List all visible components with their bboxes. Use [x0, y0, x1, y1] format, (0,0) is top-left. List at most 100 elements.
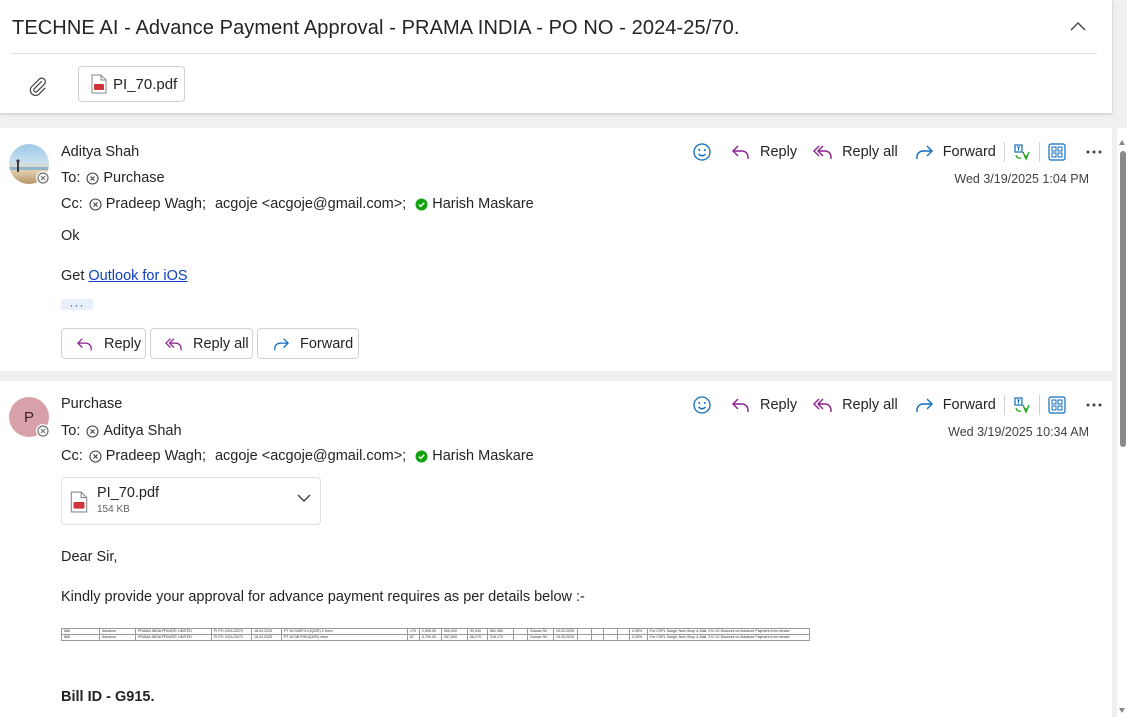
reply-button[interactable]: Reply	[61, 328, 146, 359]
thread-subject: TECHNE AI - Advance Payment Approval - P…	[12, 17, 740, 39]
to-label: To:	[61, 170, 81, 186]
table-cell: 267,600	[441, 634, 468, 641]
greeting-text: Dear Sir,	[61, 549, 118, 565]
available-presence-icon	[415, 198, 428, 211]
scroll-down-arrow[interactable]	[1119, 708, 1125, 713]
apps-grid-icon	[1048, 143, 1066, 161]
scroll-up-arrow[interactable]	[1119, 140, 1125, 145]
cc-recipient[interactable]: Pradeep Wagh;	[106, 448, 206, 464]
external-recipient-icon	[89, 197, 102, 211]
forward-label: Forward	[942, 144, 996, 160]
payment-rows: 866 Advance PRAMA INDIA PRIVATE LIMITED PI …	[61, 628, 810, 641]
reply-icon	[77, 337, 92, 350]
attachment-chip[interactable]: PI_70.pdf	[78, 66, 185, 102]
table-cell: For CSPL Sangli, New Shop & Mail. 2% CD …	[647, 628, 810, 635]
attachment-chip-label: PI_70.pdf	[113, 75, 178, 93]
table-cell	[603, 634, 618, 641]
table-cell: For CSPL Sangli, New Shop & Mail. 2% CD …	[647, 634, 810, 641]
intro-text: Kindly provide your approval for advance…	[61, 589, 585, 605]
forward-button[interactable]: Forward	[257, 328, 359, 359]
bill-id: Bill ID - G915.	[61, 689, 155, 705]
pdf-file-icon	[70, 491, 88, 513]
sender-name[interactable]: Purchase	[61, 396, 122, 412]
reply-all-label: Reply all	[842, 397, 898, 413]
translate-button[interactable]	[1013, 143, 1031, 161]
scrollbar-thumb[interactable]	[1120, 151, 1126, 447]
cc-recipient[interactable]: Harish Maskare	[432, 196, 534, 212]
table-cell: Gaurav Sir	[527, 634, 554, 641]
reply-all-button[interactable]: Reply all	[813, 396, 898, 414]
reply-label: Reply	[104, 335, 142, 352]
table-cell: Advance	[99, 634, 136, 641]
react-button[interactable]	[692, 395, 712, 415]
external-recipient-icon	[86, 171, 99, 185]
attachment-name: PI_70.pdf	[97, 485, 160, 501]
message-actions: Reply Reply all Forward	[692, 392, 1102, 418]
table-row: 866 Advance PRAMA INDIA PRIVATE LIMITED PI …	[61, 634, 810, 641]
table-cell: PI PO 2024-25/70	[211, 634, 252, 641]
message-card[interactable]: Aditya Shah Reply Reply all Forward To: …	[0, 128, 1112, 371]
translate-button[interactable]	[1013, 396, 1031, 414]
message-card[interactable]: P Purchase Reply Reply all Forward To: A…	[0, 381, 1112, 717]
reply-all-label: Reply all	[193, 335, 249, 352]
message-actions: Reply Reply all Forward	[692, 139, 1102, 165]
reply-label: Reply	[760, 397, 798, 413]
forward-icon	[274, 337, 289, 350]
cc-recipient[interactable]: acgoje <acgoje@gmail.com>;	[215, 448, 406, 464]
collapse-thread-button[interactable]	[1066, 14, 1090, 38]
recipient[interactable]: Aditya Shah	[103, 423, 181, 439]
to-line: To: Purchase	[61, 170, 165, 186]
apps-button[interactable]	[1048, 143, 1066, 161]
signature-text: Get	[61, 268, 85, 284]
reply-button[interactable]: Reply	[731, 396, 797, 414]
toolbar-divider	[1038, 142, 1040, 162]
forward-icon	[915, 145, 933, 159]
more-horizontal-icon	[1086, 150, 1102, 154]
attachments-button[interactable]	[26, 74, 50, 98]
table-cell: 4,790.00	[419, 634, 442, 641]
reply-all-icon	[813, 398, 832, 412]
external-recipient-icon	[86, 424, 99, 438]
apps-button[interactable]	[1048, 396, 1066, 414]
forward-label: Forward	[942, 397, 996, 413]
show-quoted-text-button[interactable]: ···	[61, 299, 93, 311]
more-actions-button[interactable]	[1086, 150, 1102, 154]
signature-line: Get Outlook for iOS	[61, 268, 188, 284]
emoji-icon	[693, 396, 711, 414]
table-cell	[513, 634, 528, 641]
emoji-icon	[693, 143, 711, 161]
forward-button[interactable]: Forward	[914, 143, 996, 161]
more-actions-button[interactable]	[1086, 403, 1102, 407]
table-cell: 18.03.2025	[251, 634, 282, 641]
table-cell	[617, 634, 630, 641]
cc-recipient[interactable]: Harish Maskare	[432, 448, 534, 464]
more-horizontal-icon	[1086, 403, 1102, 407]
reply-all-icon	[165, 337, 182, 350]
toolbar-divider	[1003, 142, 1005, 162]
reply-icon	[732, 145, 749, 159]
reply-all-label: Reply all	[842, 144, 898, 160]
presence-unknown-icon	[36, 424, 50, 438]
table-cell: 866	[61, 634, 100, 641]
cc-recipient[interactable]: acgoje <acgoje@gmail.com>;	[215, 196, 406, 212]
translate-icon	[1014, 397, 1030, 414]
table-cell: PT NC3B PH5.6(32R) 4mm	[281, 634, 408, 641]
table-cell: 19.03.2025	[553, 634, 578, 641]
react-button[interactable]	[692, 142, 712, 162]
forward-button[interactable]: Forward	[914, 396, 996, 414]
attachment-card[interactable]: PI_70.pdf 154 KB	[61, 477, 321, 525]
reply-all-button[interactable]: Reply all	[150, 328, 253, 359]
table-cell	[577, 634, 592, 641]
table-row: 866 Advance PRAMA INDIA PRIVATE LIMITED PI …	[61, 628, 810, 635]
table-cell: PRAMA INDIA PRIVATE LIMITED	[135, 634, 212, 641]
pdf-file-icon	[91, 74, 107, 94]
recipient[interactable]: Purchase	[103, 170, 164, 186]
cc-label: Cc:	[61, 448, 83, 464]
cc-line: Cc: Pradeep Wagh; acgoje <acgoje@gmail.c…	[61, 196, 534, 212]
attachment-options-button[interactable]	[296, 493, 312, 503]
reply-all-button[interactable]: Reply all	[813, 143, 898, 161]
reply-button[interactable]: Reply	[731, 143, 797, 161]
cc-recipient[interactable]: Pradeep Wagh;	[106, 196, 206, 212]
sender-name[interactable]: Aditya Shah	[61, 144, 139, 160]
outlook-ios-link[interactable]: Outlook for iOS	[88, 268, 187, 284]
